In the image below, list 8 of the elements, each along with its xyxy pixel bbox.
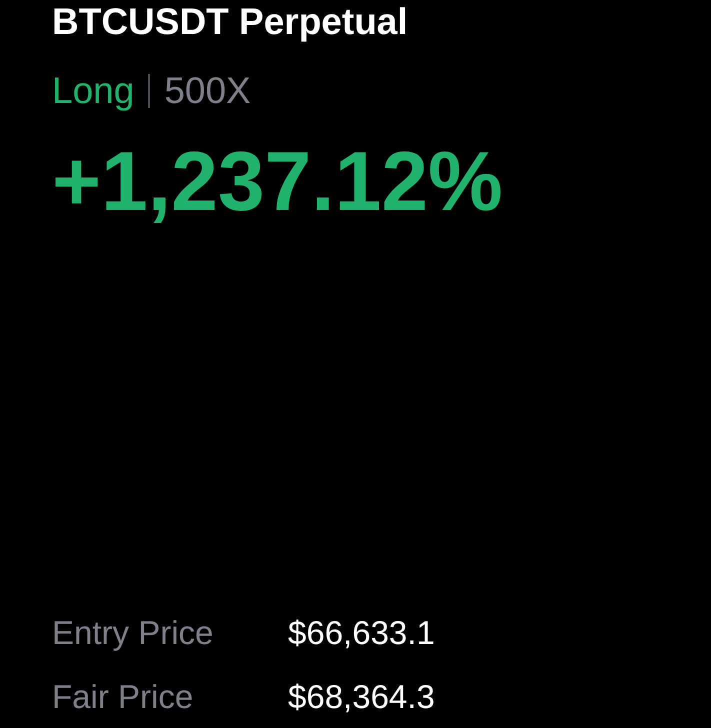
- price-value: $66,633.1: [288, 614, 435, 652]
- price-value: $68,364.3: [288, 678, 435, 716]
- position-side: Long: [52, 72, 134, 109]
- leverage: 500X: [164, 72, 251, 109]
- price-label: Fair Price: [52, 678, 194, 716]
- roi-percent: +1,237.12%: [52, 139, 504, 223]
- price-label: Entry Price: [52, 614, 214, 652]
- pair-title: BTCUSDT Perpetual: [52, 3, 409, 40]
